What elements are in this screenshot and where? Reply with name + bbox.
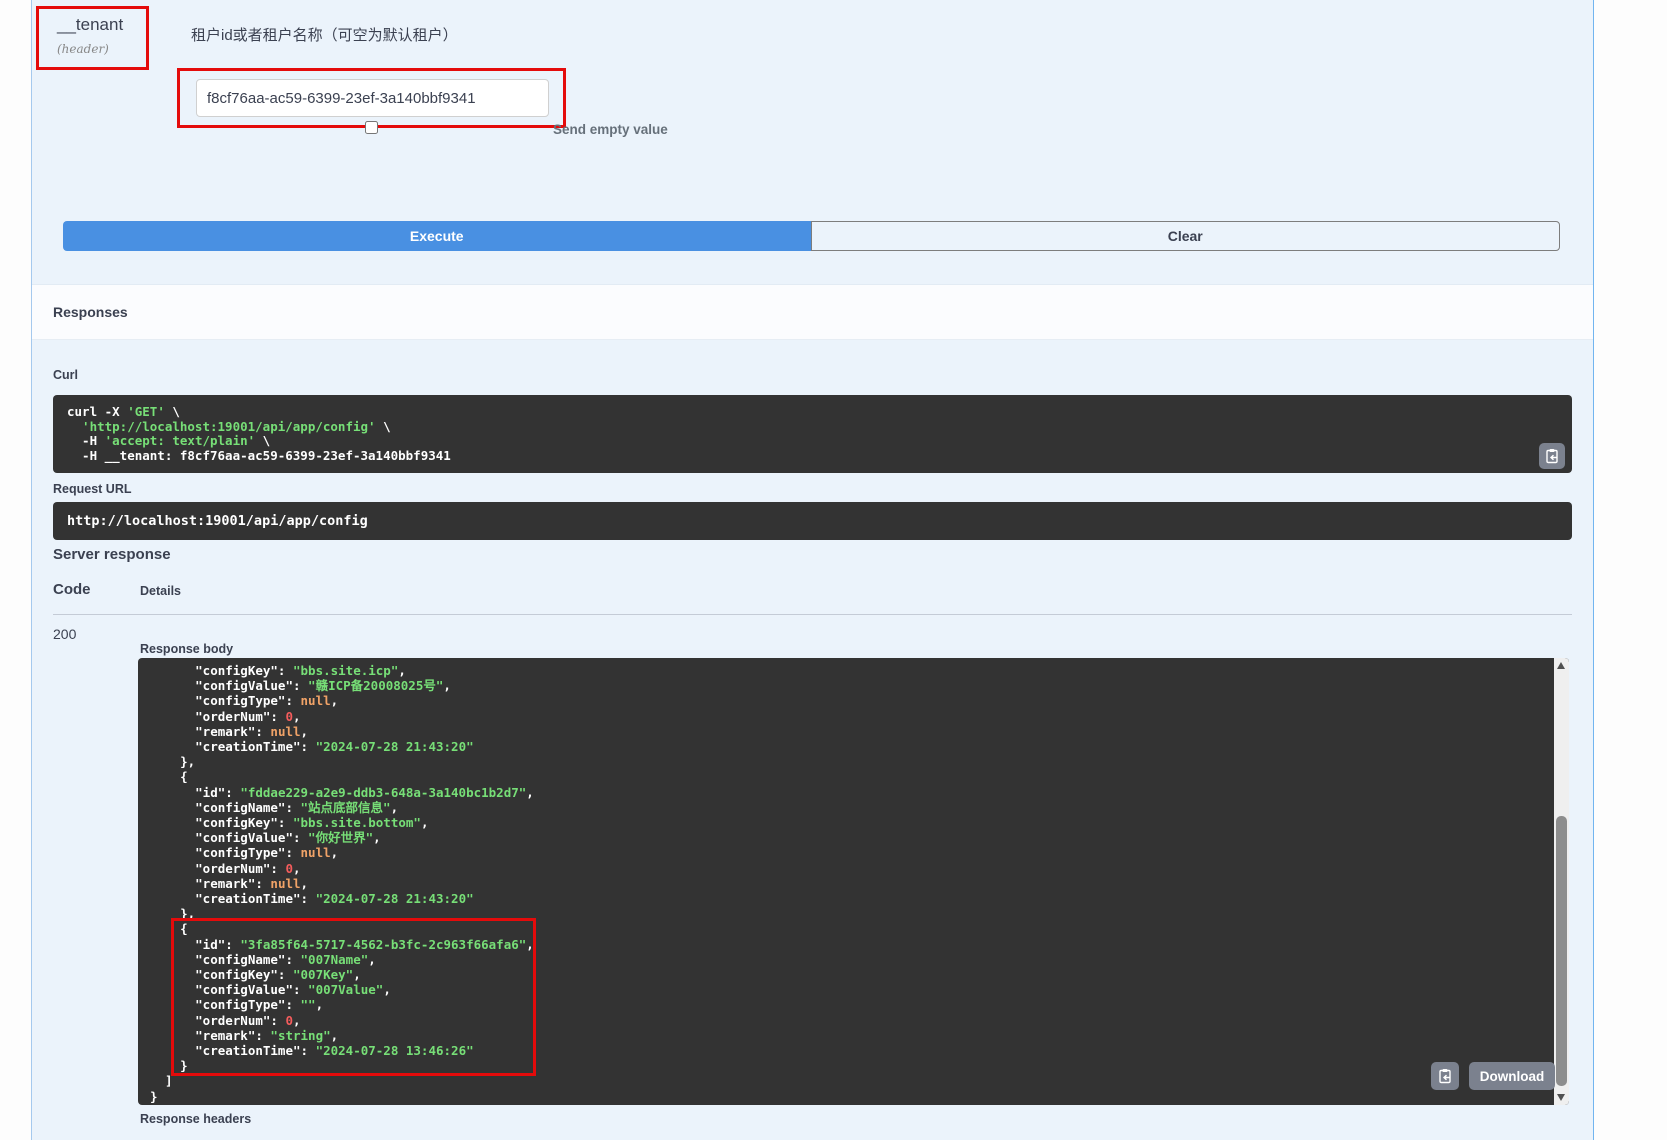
- param-name-annotation-box: __tenant (header): [36, 6, 149, 70]
- code-line: "configKey": "bbs.site.bottom",: [150, 815, 1569, 830]
- code-line: "configName": "007Name",: [150, 952, 1569, 967]
- get-operation-block: __tenant (header) 租户id或者租户名称（可空为默认租户） Se…: [31, 0, 1594, 1140]
- scrollbar-up-arrow-icon[interactable]: [1557, 662, 1565, 669]
- responses-title: Responses: [53, 304, 128, 320]
- clear-button[interactable]: Clear: [811, 221, 1561, 251]
- code-line: "creationTime": "2024-07-28 21:43:20": [150, 739, 1569, 754]
- code-line: "configType": null,: [150, 845, 1569, 860]
- curl-command-text: curl -X 'GET' \ 'http://localhost:19001/…: [67, 405, 1558, 463]
- execute-row: Execute Clear: [63, 221, 1560, 251]
- code-line: curl -X 'GET' \: [67, 405, 1558, 420]
- response-body-json: "configKey": "bbs.site.icp", "configValu…: [150, 663, 1569, 1104]
- copy-to-clipboard-icon: [1544, 448, 1560, 464]
- table-divider: [53, 614, 1572, 615]
- code-column-header: Code: [53, 581, 91, 598]
- status-code: 200: [53, 626, 76, 642]
- scrollbar-down-arrow-icon[interactable]: [1557, 1094, 1565, 1101]
- request-url-label: Request URL: [53, 482, 131, 496]
- send-empty-value-label: Send empty value: [553, 122, 668, 137]
- server-response-label: Server response: [53, 546, 171, 563]
- copy-response-button[interactable]: [1431, 1062, 1459, 1090]
- code-line: "creationTime": "2024-07-28 13:46:26": [150, 1043, 1569, 1058]
- scrollbar-thumb[interactable]: [1556, 816, 1567, 1086]
- responses-header-band: Responses: [32, 284, 1593, 340]
- copy-curl-button[interactable]: [1539, 443, 1565, 469]
- code-line: "configValue": "你好世界",: [150, 830, 1569, 845]
- curl-label: Curl: [53, 368, 78, 382]
- code-line: "orderNum": 0,: [150, 709, 1569, 724]
- code-line: {: [150, 921, 1569, 936]
- code-line: "configType": "",: [150, 997, 1569, 1012]
- request-url-value: http://localhost:19001/api/app/config: [67, 513, 368, 529]
- send-empty-value-checkbox[interactable]: [365, 121, 378, 134]
- code-line: "remark": "string",: [150, 1028, 1569, 1043]
- code-line: -H 'accept: text/plain' \: [67, 434, 1558, 449]
- param-description: 租户id或者租户名称（可空为默认租户）: [191, 24, 458, 45]
- code-line: "configValue": "007Value",: [150, 982, 1569, 997]
- code-line: -H __tenant: f8cf76aa-ac59-6399-23ef-3a1…: [67, 449, 1558, 464]
- code-line: }: [150, 1089, 1569, 1104]
- code-line: "configType": null,: [150, 693, 1569, 708]
- tenant-input[interactable]: [196, 79, 549, 117]
- code-line: "remark": null,: [150, 876, 1569, 891]
- code-line: },: [150, 906, 1569, 921]
- response-body-block: "configKey": "bbs.site.icp", "configValu…: [138, 658, 1569, 1105]
- param-input-annotation-box: [177, 68, 566, 128]
- code-line: "configKey": "bbs.site.icp",: [150, 663, 1569, 678]
- execute-button[interactable]: Execute: [63, 221, 811, 251]
- code-line: },: [150, 754, 1569, 769]
- code-line: "orderNum": 0,: [150, 861, 1569, 876]
- code-line: "configValue": "赣ICP备20008025号",: [150, 678, 1569, 693]
- code-line: "orderNum": 0,: [150, 1013, 1569, 1028]
- code-line: ]: [150, 1073, 1569, 1088]
- code-line: 'http://localhost:19001/api/app/config' …: [67, 420, 1558, 435]
- code-line: "id": "3fa85f64-5717-4562-b3fc-2c963f66a…: [150, 937, 1569, 952]
- code-line: }: [150, 1058, 1569, 1073]
- request-url-block: http://localhost:19001/api/app/config: [53, 502, 1572, 540]
- curl-command-block: curl -X 'GET' \ 'http://localhost:19001/…: [53, 395, 1572, 473]
- param-name: __tenant: [57, 15, 146, 35]
- code-line: {: [150, 769, 1569, 784]
- code-line: "creationTime": "2024-07-28 21:43:20": [150, 891, 1569, 906]
- response-body-scrollbar[interactable]: [1554, 658, 1569, 1105]
- download-button[interactable]: Download: [1469, 1062, 1555, 1090]
- details-column-header: Details: [140, 584, 181, 598]
- copy-to-clipboard-icon: [1437, 1068, 1453, 1084]
- response-body-label: Response body: [140, 642, 233, 656]
- param-location: (header): [57, 42, 146, 56]
- code-line: "configKey": "007Key",: [150, 967, 1569, 982]
- response-headers-label: Response headers: [140, 1112, 251, 1126]
- code-line: "remark": null,: [150, 724, 1569, 739]
- code-line: "id": "fddae229-a2e9-ddb3-648a-3a140bc1b…: [150, 785, 1569, 800]
- code-line: "configName": "站点底部信息",: [150, 800, 1569, 815]
